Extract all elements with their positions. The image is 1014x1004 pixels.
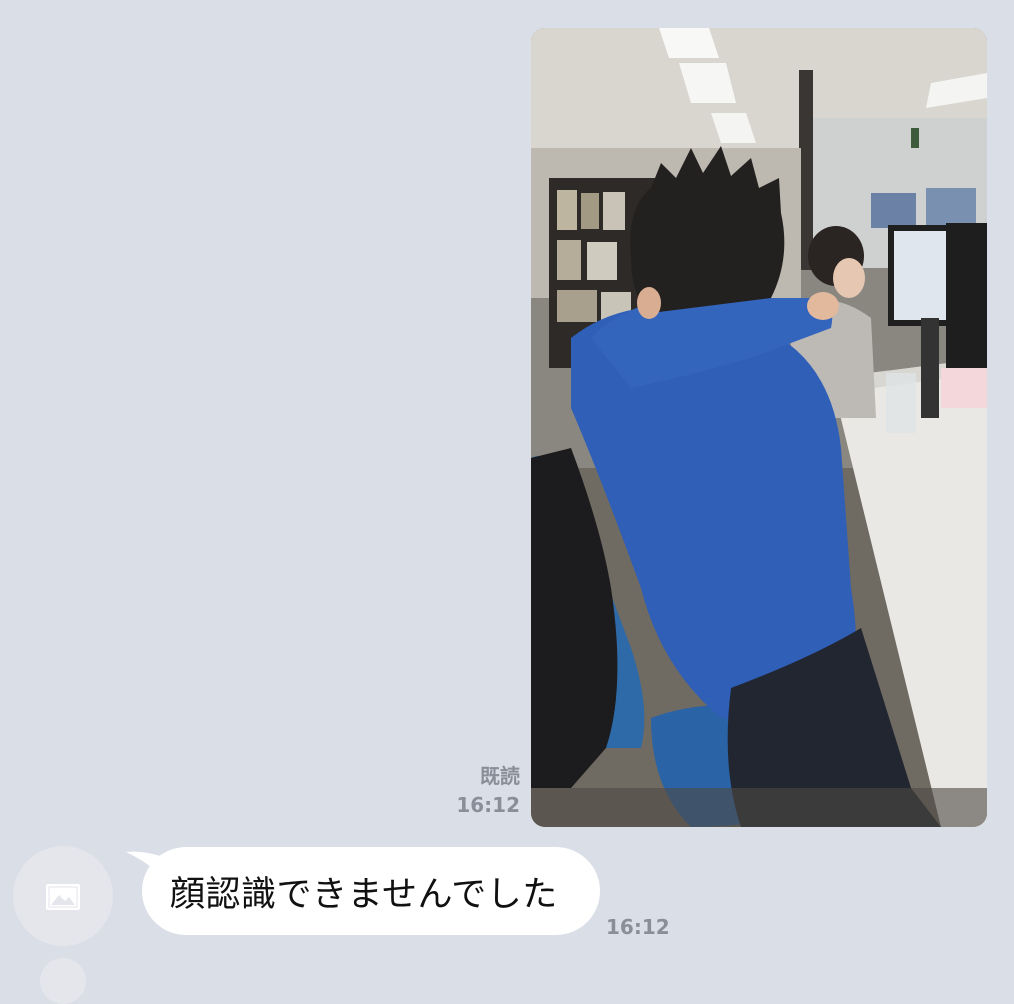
- received-message-time: 16:12: [606, 915, 670, 939]
- sender-avatar[interactable]: [13, 846, 113, 946]
- read-receipt: 既読: [480, 764, 520, 788]
- sent-photo[interactable]: [531, 28, 987, 827]
- received-message-bubble[interactable]: 顔認識できませんでした: [142, 847, 600, 935]
- image-placeholder-icon: [46, 884, 80, 910]
- received-message-text: 顔認識できませんでした: [170, 874, 558, 915]
- photo-office-person-covering-face: [531, 28, 987, 827]
- sent-message-time: 16:12: [456, 793, 520, 817]
- next-avatar: [40, 958, 86, 1004]
- sent-message-meta: 既読 16:12: [456, 762, 520, 820]
